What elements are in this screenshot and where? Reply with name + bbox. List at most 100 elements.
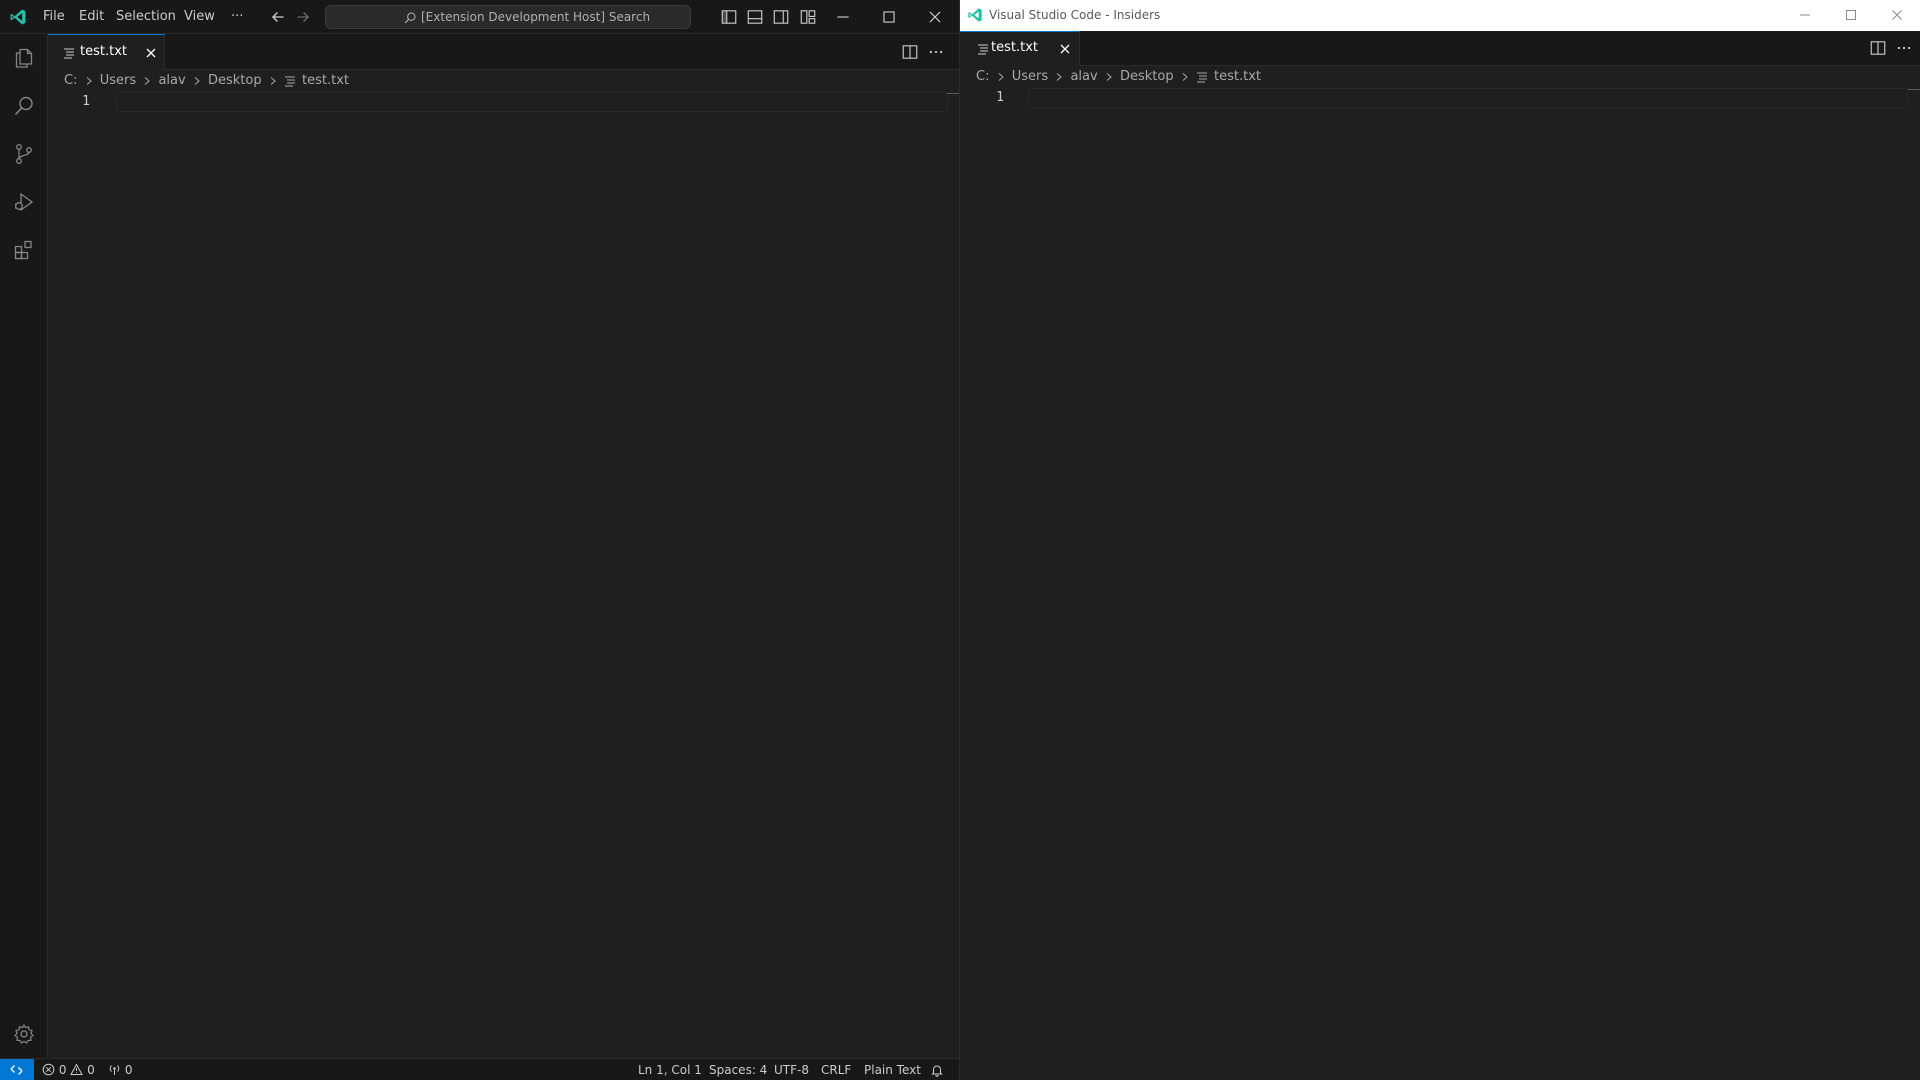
- text-file-icon: [1196, 66, 1210, 88]
- chevron-right-icon: [190, 70, 204, 92]
- insiders-window: Visual Studio Code - Insiders test.txt C…: [960, 0, 1920, 1080]
- title-bar: Visual Studio Code - Insiders: [960, 0, 1920, 31]
- breadcrumb-item-users[interactable]: Users: [100, 70, 136, 92]
- search-icon: [14, 96, 33, 116]
- breadcrumb-item-users[interactable]: Users: [1012, 66, 1048, 88]
- minimize-icon[interactable]: [834, 8, 852, 26]
- toggle-secondary-sidebar-icon[interactable]: [772, 8, 790, 26]
- customize-layout-icon[interactable]: [799, 8, 817, 26]
- line-number: 1: [82, 94, 90, 109]
- bell-icon[interactable]: [930, 1063, 944, 1077]
- close-icon[interactable]: [926, 8, 944, 26]
- breadcrumb-item-desktop[interactable]: Desktop: [1120, 66, 1174, 88]
- language-mode[interactable]: Plain Text: [864, 1059, 921, 1080]
- run-debug-icon: [15, 192, 34, 212]
- back-arrow-icon[interactable]: [269, 8, 287, 26]
- text-file-icon: [64, 48, 74, 59]
- window-title: Visual Studio Code - Insiders: [989, 8, 1161, 22]
- editor-tabs-bar: test.txt: [48, 34, 959, 70]
- tab-test-txt[interactable]: test.txt: [960, 31, 1080, 66]
- close-button[interactable]: [1874, 0, 1920, 31]
- text-file-icon: [284, 70, 298, 92]
- activity-explorer[interactable]: [0, 34, 48, 82]
- chevron-right-icon: [266, 70, 280, 92]
- breadcrumb-item-desktop[interactable]: Desktop: [208, 70, 262, 92]
- chevron-right-icon: [994, 66, 1008, 88]
- chevron-right-icon: [1052, 66, 1066, 88]
- extensions-icon: [14, 240, 32, 260]
- menu-edit[interactable]: Edit: [79, 8, 104, 26]
- tab-close-icon[interactable]: [144, 46, 158, 60]
- overview-ruler-cursor: [1908, 89, 1920, 90]
- breadcrumb: C: Users alav Desktop test.txt: [64, 70, 349, 92]
- breadcrumb-item-alav[interactable]: alav: [1070, 66, 1097, 88]
- activity-search[interactable]: [0, 82, 48, 130]
- warning-count: 0: [87, 1063, 95, 1077]
- current-line-highlight: [1028, 88, 1908, 108]
- search-icon: [404, 12, 416, 24]
- toggle-panel-icon[interactable]: [746, 8, 764, 26]
- remote-indicator[interactable]: [0, 1059, 34, 1080]
- breadcrumb-item-alav[interactable]: alav: [158, 70, 185, 92]
- vscode-logo-icon: [10, 9, 26, 25]
- error-icon: [42, 1063, 55, 1076]
- menu-more[interactable]: ···: [231, 8, 243, 26]
- overview-ruler-cursor: [947, 93, 959, 94]
- gear-icon: [14, 1023, 34, 1044]
- chevron-right-icon: [82, 70, 96, 92]
- tab-test-txt[interactable]: test.txt: [48, 34, 165, 70]
- ports-indicator[interactable]: 0: [108, 1059, 132, 1080]
- source-control-icon: [16, 144, 32, 164]
- files-icon: [15, 48, 33, 68]
- more-actions-icon[interactable]: [1895, 39, 1913, 57]
- breadcrumb-item-file[interactable]: test.txt: [1214, 66, 1261, 88]
- minimize-button[interactable]: [1782, 0, 1828, 31]
- breadcrumb-item-drive[interactable]: C:: [976, 66, 989, 88]
- editor-area[interactable]: 1: [48, 92, 948, 1058]
- status-bar: 0 0 0 Ln 1, Col 1 Spaces: 4 UTF-8 CRLF P…: [0, 1058, 959, 1080]
- breadcrumb-item-drive[interactable]: C:: [64, 70, 77, 92]
- indentation[interactable]: Spaces: 4: [709, 1059, 767, 1080]
- maximize-button[interactable]: [1828, 0, 1874, 31]
- toggle-primary-sidebar-icon[interactable]: [720, 8, 738, 26]
- current-line-highlight: [116, 92, 948, 112]
- tab-label: test.txt: [80, 44, 127, 59]
- command-center-text: [Extension Development Host] Search: [421, 10, 651, 24]
- end-of-line[interactable]: CRLF: [821, 1059, 851, 1080]
- chevron-right-icon: [1102, 66, 1116, 88]
- split-editor-icon[interactable]: [1869, 39, 1887, 57]
- activity-source-control[interactable]: [0, 130, 48, 178]
- more-actions-icon[interactable]: [927, 43, 945, 61]
- maximize-icon: [1846, 10, 1856, 20]
- menu-view[interactable]: View: [184, 8, 215, 26]
- activity-bar: [0, 34, 48, 1058]
- problems-indicator[interactable]: 0 0: [42, 1059, 95, 1080]
- forward-arrow-icon[interactable]: [294, 8, 312, 26]
- chevron-right-icon: [1178, 66, 1192, 88]
- command-center-search[interactable]: [Extension Development Host] Search: [325, 5, 691, 29]
- chevron-right-icon: [140, 70, 154, 92]
- ports-count: 0: [124, 1063, 133, 1077]
- tab-label: test.txt: [991, 40, 1038, 55]
- editor-area[interactable]: 1: [960, 88, 1908, 1080]
- editor-tabs-bar: test.txt: [960, 31, 1920, 66]
- activity-extensions[interactable]: [0, 226, 48, 274]
- text-file-icon: [978, 44, 988, 55]
- breadcrumb: C: Users alav Desktop test.txt: [976, 66, 1261, 88]
- cursor-position[interactable]: Ln 1, Col 1: [638, 1059, 702, 1080]
- broadcast-icon: [109, 1065, 120, 1075]
- maximize-icon[interactable]: [880, 8, 898, 26]
- split-editor-icon[interactable]: [901, 43, 919, 61]
- menu-selection[interactable]: Selection: [116, 8, 176, 26]
- menu-file[interactable]: File: [43, 8, 65, 26]
- extension-host-window: File Edit Selection View ··· [Extension …: [0, 0, 959, 1080]
- encoding[interactable]: UTF-8: [774, 1059, 809, 1080]
- title-bar: File Edit Selection View ··· [Extension …: [0, 0, 959, 34]
- minimize-icon: [1800, 14, 1810, 16]
- activity-manage[interactable]: [0, 1010, 48, 1058]
- activity-run-debug[interactable]: [0, 178, 48, 226]
- warning-icon: [70, 1063, 84, 1075]
- tab-close-icon[interactable]: [1058, 42, 1072, 56]
- vscode-insiders-logo-icon: [968, 8, 982, 22]
- breadcrumb-item-file[interactable]: test.txt: [302, 70, 349, 92]
